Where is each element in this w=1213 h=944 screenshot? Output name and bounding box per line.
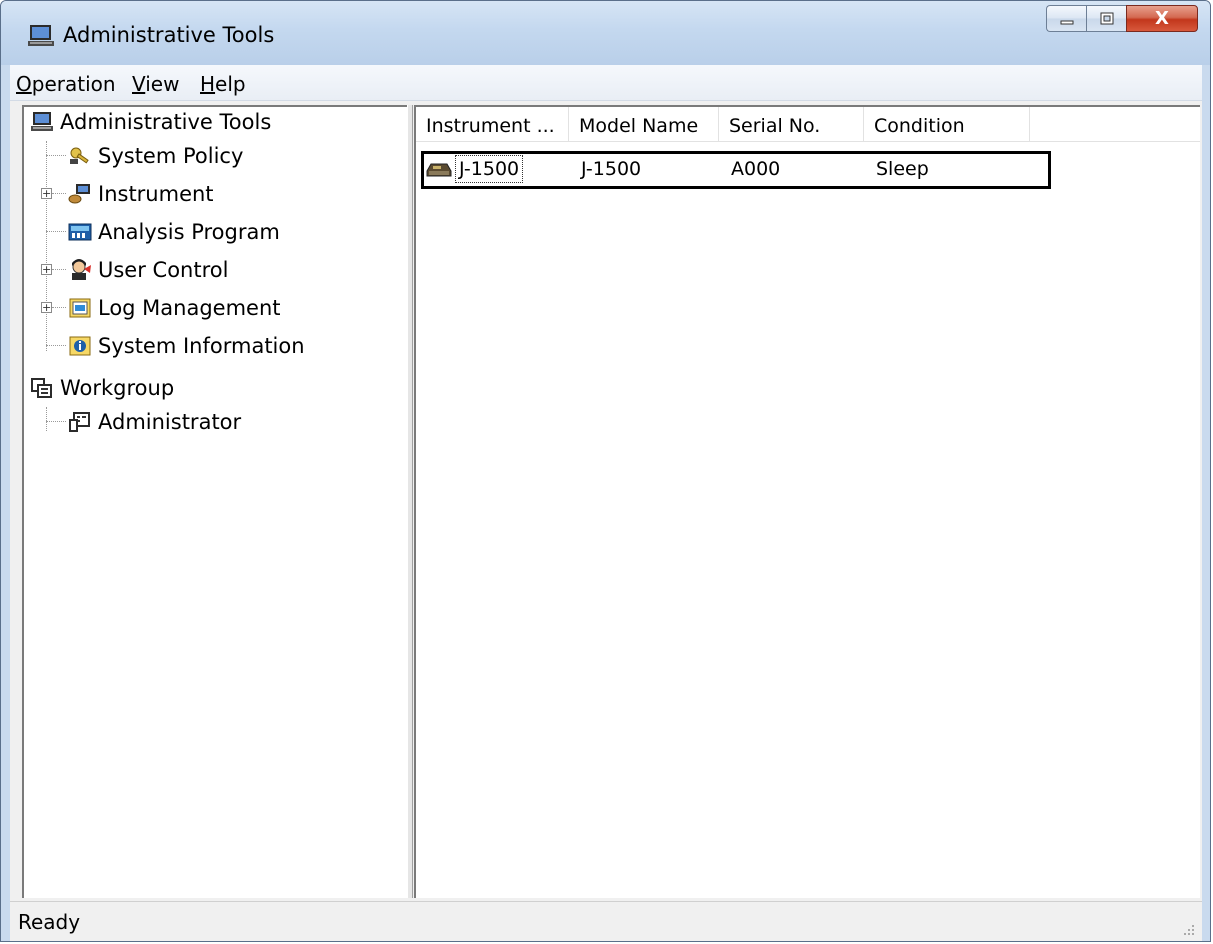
status-text: Ready xyxy=(18,910,81,934)
tree-item-system-policy[interactable]: System Policy xyxy=(98,140,243,172)
tree-guide-line xyxy=(52,193,66,194)
tree-item-instrument[interactable]: Instrument xyxy=(98,178,214,210)
resize-grip-icon[interactable] xyxy=(1182,923,1196,937)
admin-icon xyxy=(69,412,90,432)
close-button[interactable]: X xyxy=(1126,5,1198,32)
column-header-model-name[interactable]: Model Name xyxy=(569,107,719,141)
expand-icon[interactable]: + xyxy=(41,264,52,275)
maximize-button[interactable] xyxy=(1086,5,1126,32)
caption-buttons: X xyxy=(1046,5,1198,32)
minimize-button[interactable] xyxy=(1046,5,1086,32)
tree-item-workgroup[interactable]: Workgroup xyxy=(60,372,174,404)
user-icon xyxy=(72,259,91,280)
expand-icon[interactable]: + xyxy=(41,302,52,313)
program-icon xyxy=(68,223,92,241)
close-icon: X xyxy=(1155,8,1169,29)
pane-splitter[interactable] xyxy=(407,105,413,898)
app-window: Administrative Tools X Operation View He… xyxy=(0,0,1211,942)
tree-guide-line xyxy=(46,421,66,422)
tree-item-administrator[interactable]: Administrator xyxy=(98,406,241,438)
column-header-serial-no[interactable]: Serial No. xyxy=(719,107,864,141)
tree-item-system-information[interactable]: System Information xyxy=(98,330,305,362)
row-highlight-box xyxy=(421,151,1051,189)
column-header-condition[interactable]: Condition xyxy=(864,107,1030,141)
tree-guide-line xyxy=(46,345,66,346)
menu-bar: Operation View Help xyxy=(10,65,1202,101)
tree-item-log-management[interactable]: Log Management xyxy=(98,292,281,324)
menu-view[interactable]: View xyxy=(132,72,179,96)
tree-guide-line xyxy=(46,231,66,232)
expand-icon[interactable]: + xyxy=(41,188,52,199)
tree-guide-line xyxy=(46,407,47,431)
key-icon xyxy=(70,147,89,164)
tree-item-user-control[interactable]: User Control xyxy=(98,254,228,286)
tree-item-administrative-tools[interactable]: Administrative Tools xyxy=(60,106,271,138)
title-bar[interactable]: Administrative Tools X xyxy=(1,1,1210,65)
computer-icon xyxy=(31,112,53,131)
tree-guide-line xyxy=(52,269,66,270)
column-header-instrument[interactable]: Instrument ... xyxy=(416,107,569,141)
window-title: Administrative Tools xyxy=(63,23,275,47)
list-header: Instrument ... Model Name Serial No. Con… xyxy=(416,107,1200,142)
workgroup-icon xyxy=(31,378,52,398)
log-icon xyxy=(69,298,91,318)
minimize-icon xyxy=(1060,20,1073,24)
status-bar: Ready xyxy=(10,901,1202,941)
tree-guide-line xyxy=(46,155,66,156)
menu-operation[interactable]: Operation xyxy=(16,72,116,96)
instrument-icon xyxy=(68,184,90,204)
maximize-icon xyxy=(1100,12,1113,24)
computer-icon xyxy=(28,25,54,46)
client-area: Administrative Tools System Policy + Ins… xyxy=(10,101,1202,901)
tree-view[interactable]: Administrative Tools System Policy + Ins… xyxy=(22,105,411,898)
info-icon xyxy=(69,336,91,356)
menu-help[interactable]: Help xyxy=(200,72,246,96)
tree-guide-line xyxy=(46,141,47,351)
tree-item-analysis-program[interactable]: Analysis Program xyxy=(98,216,280,248)
list-view[interactable]: Instrument ... Model Name Serial No. Con… xyxy=(414,105,1200,898)
tree-guide-line xyxy=(52,307,66,308)
